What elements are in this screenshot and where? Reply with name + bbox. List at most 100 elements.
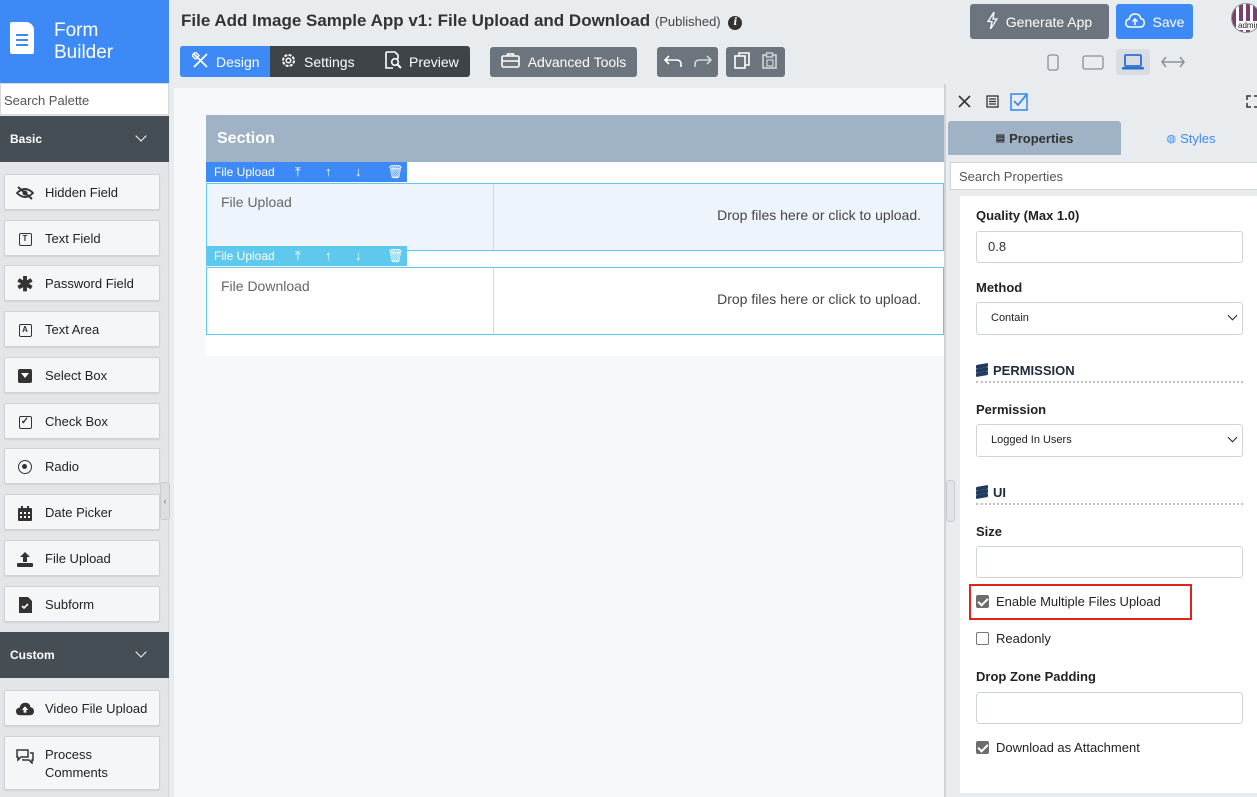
expand-icon[interactable]: [1246, 95, 1257, 113]
checklist-icon[interactable]: [1010, 92, 1029, 116]
comments-icon: [16, 747, 34, 765]
app-brand: Form Builder: [0, 0, 169, 83]
cloud-upload-icon: [16, 700, 34, 718]
drop-zone[interactable]: Drop files here or click to upload.: [494, 184, 943, 250]
list-icon[interactable]: [986, 95, 999, 113]
subform-icon: [16, 596, 34, 614]
clipboard-group: [726, 47, 785, 77]
size-label: Size: [976, 524, 1003, 539]
palette-item-radio[interactable]: Radio: [4, 448, 160, 484]
chevron-down-icon: [1227, 310, 1238, 321]
palette-item-label: Radio: [45, 459, 79, 474]
tab-styles[interactable]: ◍ Styles: [1121, 121, 1257, 155]
palette-item-label: Hidden Field: [45, 185, 118, 200]
panel-resize-handle[interactable]: [946, 480, 955, 522]
app-title: File Add Image Sample App v1: File Uploa…: [181, 11, 651, 30]
method-select-value: Contain: [991, 312, 1029, 324]
section-title: Section: [217, 130, 275, 147]
palette-item-date-picker[interactable]: Date Picker: [4, 494, 160, 530]
device-laptop-icon[interactable]: [1116, 49, 1150, 75]
device-tablet-icon[interactable]: [1076, 49, 1110, 75]
form-area: Section File Upload ⤒ ↑ ↓ 🗑 File Upload …: [206, 115, 944, 356]
undo-icon[interactable]: [663, 54, 682, 71]
palette-item-check-box[interactable]: ✓ Check Box: [4, 403, 160, 439]
advanced-tools-label: Advanced Tools: [527, 54, 627, 70]
save-button[interactable]: Save: [1116, 4, 1193, 39]
brand-line2: Builder: [54, 42, 114, 63]
file-upload-component[interactable]: File Upload Drop files here or click to …: [206, 183, 944, 251]
generate-app-button[interactable]: Generate App: [970, 4, 1109, 39]
method-label: Method: [976, 280, 1023, 295]
move-up-icon[interactable]: ⤒: [295, 164, 301, 180]
palette-item-label: File Upload: [45, 551, 111, 566]
move-up-icon[interactable]: ⤒: [295, 248, 301, 264]
category-basic[interactable]: Basic: [0, 116, 169, 162]
checkbox-checked[interactable]: [976, 741, 989, 754]
method-select[interactable]: Contain: [976, 302, 1243, 335]
size-input[interactable]: [976, 546, 1243, 578]
document-icon: [10, 22, 34, 54]
permission-section-title: PERMISSION: [993, 363, 1075, 378]
arrow-down-icon[interactable]: ↓: [355, 164, 362, 179]
checkbox-unchecked[interactable]: [976, 632, 989, 645]
file-icon: ▤: [995, 132, 1006, 144]
avatar[interactable]: admin: [1231, 3, 1257, 33]
palette-item-label-line1: Process: [45, 747, 92, 762]
highlight-box: [969, 584, 1192, 620]
device-full-width-icon[interactable]: [1156, 49, 1190, 75]
cloud-upload-icon: [1124, 12, 1145, 31]
sidebar-collapse-handle[interactable]: ‹: [160, 482, 170, 520]
tab-properties[interactable]: ▤ Properties: [948, 121, 1121, 155]
trash-icon[interactable]: 🗑: [387, 164, 404, 180]
preview-icon: [384, 51, 402, 72]
component-toolbar-label: File Upload: [214, 249, 275, 263]
tab-design-label: Design: [216, 53, 260, 70]
category-custom[interactable]: Custom: [0, 632, 169, 678]
bolt-icon: [986, 11, 998, 32]
tab-settings[interactable]: Settings: [280, 46, 355, 77]
palette-item-subform[interactable]: Subform: [4, 586, 160, 622]
properties-search-input[interactable]: Search Properties: [950, 162, 1257, 190]
copy-icon[interactable]: [734, 52, 750, 72]
device-mobile-icon[interactable]: [1036, 49, 1070, 75]
drop-zone-padding-input[interactable]: [976, 692, 1243, 724]
download-as-attachment-checkbox[interactable]: Download as Attachment: [976, 740, 1140, 755]
palette-item-text-field[interactable]: T Text Field: [4, 220, 160, 256]
trash-icon[interactable]: 🗑: [387, 248, 404, 264]
file-download-component[interactable]: File Download Drop files here or click t…: [206, 267, 944, 335]
palette-item-password-field[interactable]: ✱ Password Field: [4, 265, 160, 301]
tab-styles-label: Styles: [1180, 130, 1216, 146]
tab-preview[interactable]: Preview: [384, 46, 459, 77]
tab-design[interactable]: Design: [180, 46, 270, 77]
properties-tabs: ▤ Properties ◍ Styles: [948, 121, 1257, 155]
palette-search-input[interactable]: Search Palette: [0, 83, 169, 115]
arrow-up-icon[interactable]: ↑: [325, 248, 332, 263]
quality-input[interactable]: 0.8: [976, 231, 1243, 263]
paste-icon[interactable]: [762, 52, 777, 72]
text-field-icon: T: [16, 230, 34, 248]
calendar-icon: [16, 504, 34, 522]
palette-item-process-comments[interactable]: Process Comments: [4, 736, 160, 790]
info-icon[interactable]: i: [728, 16, 743, 30]
brand-line1: Form: [54, 20, 99, 41]
arrow-down-icon[interactable]: ↓: [355, 248, 362, 263]
mode-tabs: Design Settings Preview: [180, 46, 470, 77]
palette-icon: ◍: [1166, 132, 1177, 145]
close-icon[interactable]: [958, 95, 971, 113]
palette-item-file-upload[interactable]: File Upload: [4, 540, 160, 576]
palette-item-video-file-upload[interactable]: Video File Upload: [4, 690, 160, 726]
palette-item-select-box[interactable]: Select Box: [4, 357, 160, 393]
drop-zone[interactable]: Drop files here or click to upload.: [494, 268, 943, 334]
redo-icon[interactable]: [693, 54, 712, 71]
palette-item-hidden-field[interactable]: Hidden Field: [4, 174, 160, 210]
quality-label: Quality (Max 1.0): [976, 208, 1080, 223]
section-header[interactable]: Section: [206, 115, 944, 162]
palette-item-text-area[interactable]: A Text Area: [4, 311, 160, 347]
palette-item-label: Video File Upload: [45, 701, 148, 716]
permission-select[interactable]: Logged In Users: [976, 424, 1243, 457]
readonly-checkbox[interactable]: Readonly: [976, 631, 1051, 646]
advanced-tools-button[interactable]: Advanced Tools: [490, 47, 637, 77]
ui-section-title: UI: [993, 485, 1006, 500]
component-label: File Download: [207, 268, 494, 334]
arrow-up-icon[interactable]: ↑: [325, 164, 332, 179]
